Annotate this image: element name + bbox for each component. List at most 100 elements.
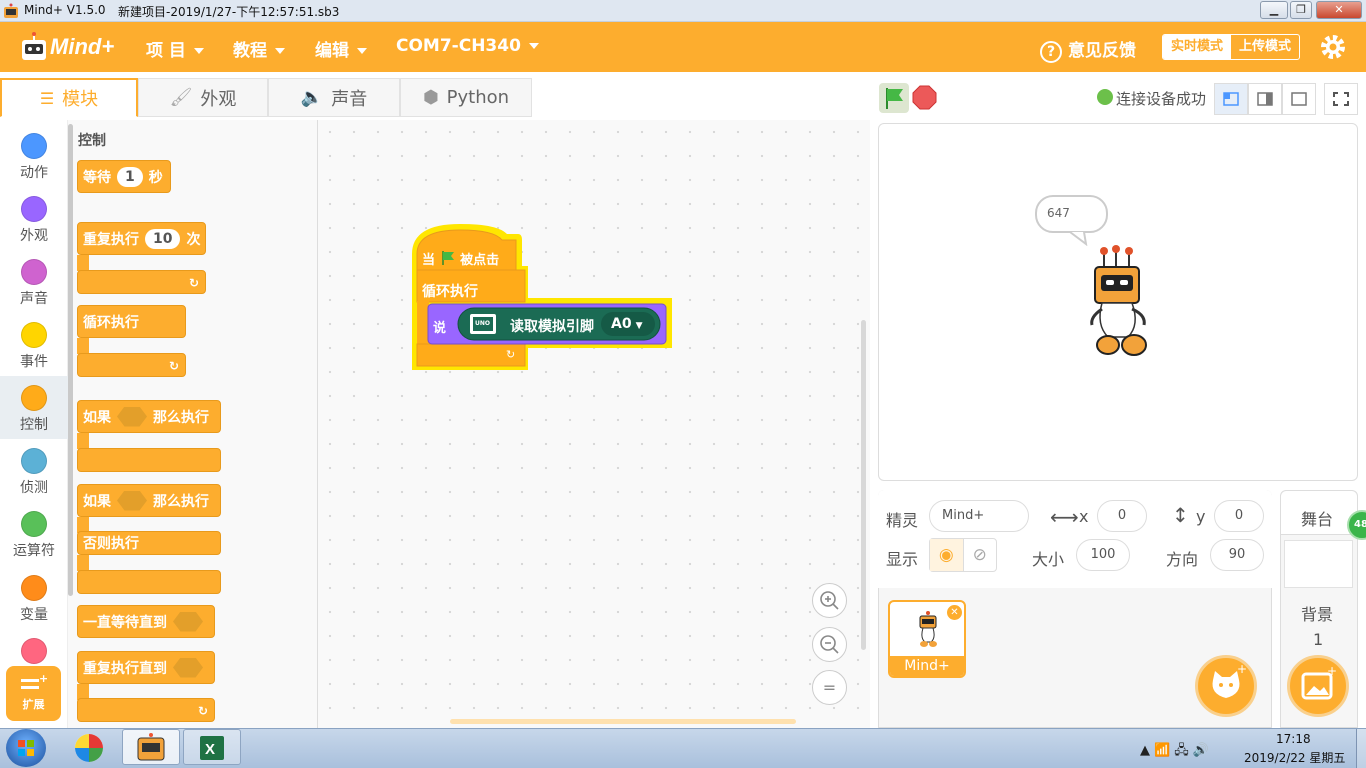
script-say-label[interactable]: 说 — [433, 317, 446, 336]
stage-thumbnail[interactable] — [1284, 540, 1353, 588]
realtime-mode-button[interactable]: 实时模式 — [1163, 35, 1231, 59]
maximize-button[interactable]: ❐ — [1290, 1, 1312, 19]
small-stage-button[interactable] — [1214, 83, 1248, 115]
block-wait-until[interactable]: 一直等待直到 — [77, 605, 215, 638]
sprite-thumbnail[interactable]: ✕ Mind+ — [888, 600, 966, 678]
block-repeat-until[interactable]: 重复执行直到 — [77, 651, 215, 684]
close-window-button[interactable]: ✕ — [1316, 1, 1362, 19]
y-label: y — [1196, 507, 1206, 526]
stop-icon — [912, 85, 937, 110]
taskbar-date[interactable]: 2019/2/22 星期五 — [1244, 749, 1345, 766]
start-button[interactable] — [6, 729, 46, 767]
category-motion[interactable]: 动作 — [0, 124, 68, 187]
category-events-label: 事件 — [20, 354, 48, 370]
zoom-reset-button[interactable]: = — [812, 670, 847, 705]
script-workspace[interactable] — [318, 120, 870, 728]
block-if-condition-slot[interactable] — [117, 406, 147, 427]
sprite-name-input[interactable]: Mind+ — [929, 500, 1029, 532]
workspace-horizontal-scrollbar[interactable] — [450, 719, 796, 724]
svg-text:X: X — [205, 741, 215, 758]
block-forever[interactable]: 循环执行 — [77, 305, 186, 338]
block-if-else[interactable]: 如果 那么执行 — [77, 484, 221, 517]
tab-sounds[interactable]: 🔈 声音 — [268, 78, 400, 117]
palette-heading: 控制 — [78, 133, 106, 149]
category-variables[interactable]: 变量 — [0, 566, 68, 629]
size-input[interactable]: 100 — [1076, 539, 1130, 571]
category-sensing[interactable]: 侦测 — [0, 439, 68, 502]
block-repeat-until-slot[interactable] — [173, 657, 203, 678]
palette-scrollbar[interactable] — [68, 124, 73, 596]
tray-volume-icon: 🔊 — [1192, 743, 1213, 758]
taskbar-time[interactable]: 17:18 — [1276, 732, 1311, 746]
add-backdrop-button[interactable]: + — [1287, 655, 1349, 717]
pin-dropdown[interactable]: A0 ▼ — [611, 316, 643, 332]
mode-switch[interactable]: 实时模式 上传模式 — [1162, 34, 1300, 60]
minimize-button[interactable]: ▁ — [1260, 1, 1288, 19]
cat-add-icon: + — [1212, 662, 1247, 698]
normal-stage-button[interactable] — [1248, 83, 1282, 115]
category-operators[interactable]: 运算符 — [0, 502, 68, 565]
tab-python[interactable]: ⬢ Python — [400, 78, 532, 117]
read-analog-pin-label: 读取模拟引脚 — [510, 319, 594, 335]
tab-blocks[interactable]: ☰ 模块 — [0, 78, 138, 117]
looks-color-dot — [21, 196, 47, 222]
mindplus-robot-sprite[interactable] — [1084, 245, 1156, 360]
settings-gear-icon[interactable] — [1319, 33, 1347, 61]
green-flag-icon — [886, 88, 903, 109]
block-repeat[interactable]: 重复执行 10 次 — [77, 222, 206, 255]
taskbar-excel-button[interactable]: X — [183, 729, 241, 765]
menu-project[interactable]: 项 目 — [146, 36, 204, 61]
add-sprite-button[interactable]: + — [1195, 655, 1257, 717]
large-stage-button[interactable] — [1282, 83, 1316, 115]
green-flag-button[interactable] — [879, 83, 909, 113]
fullscreen-button[interactable] — [1324, 83, 1358, 115]
show-desktop-button[interactable] — [1356, 729, 1366, 768]
menu-tutorial[interactable]: 教程 — [233, 36, 285, 61]
script-forever-label[interactable]: 循环执行 — [422, 281, 478, 301]
tab-python-label: Python — [446, 87, 510, 108]
category-looks[interactable]: 外观 — [0, 187, 68, 250]
block-wait-unit: 秒 — [148, 169, 163, 186]
zoom-out-button[interactable] — [812, 627, 847, 662]
x-input[interactable]: 0 — [1097, 500, 1147, 532]
block-repeat-input[interactable]: 10 — [145, 228, 181, 249]
block-if-then[interactable]: 如果 那么执行 — [77, 400, 221, 433]
zoom-in-button[interactable] — [812, 583, 847, 618]
script-hat-block[interactable]: 当 被点击 — [422, 249, 499, 268]
block-wait-input[interactable]: 1 — [117, 166, 143, 187]
loop-arrow-icon: ↻ — [168, 359, 179, 373]
block-if-label: 如果 — [83, 409, 111, 426]
stop-button[interactable] — [912, 85, 937, 110]
category-control[interactable]: 控制 — [0, 376, 68, 439]
tab-blocks-label: 模块 — [62, 89, 99, 110]
block-if-else-condition-slot[interactable] — [117, 490, 147, 511]
show-sprite-button[interactable]: ◉ — [930, 539, 964, 571]
category-events[interactable]: 事件 — [0, 313, 68, 376]
sprite-name-label: 精灵 — [886, 511, 919, 530]
direction-input[interactable]: 90 — [1210, 539, 1264, 571]
category-sound[interactable]: 声音 — [0, 250, 68, 313]
menu-project-label: 项 目 — [146, 41, 186, 61]
workspace-vertical-scrollbar[interactable] — [861, 320, 866, 650]
block-if-arm — [77, 433, 89, 449]
menu-edit[interactable]: 编辑 — [315, 36, 367, 61]
taskbar-mindplus-button[interactable] — [122, 729, 180, 765]
block-wait-until-slot[interactable] — [173, 611, 203, 632]
image-add-icon: + — [1301, 664, 1337, 700]
delete-sprite-button[interactable]: ✕ — [947, 605, 962, 620]
feedback-button[interactable]: ? 意见反馈 — [1040, 36, 1136, 63]
small-stage-icon — [1223, 92, 1239, 106]
speaker-icon: 🔈 — [300, 87, 324, 108]
block-wait[interactable]: 等待 1 秒 — [77, 160, 171, 193]
eye-slash-icon: ⊘ — [972, 545, 987, 565]
extension-button[interactable]: + 扩展 — [6, 666, 61, 721]
connection-status-text: 连接设备成功 — [1116, 90, 1207, 108]
taskbar-pinwheel-app[interactable] — [72, 731, 106, 765]
hide-sprite-button[interactable]: ⊘ — [964, 539, 997, 571]
y-input[interactable]: 0 — [1214, 500, 1264, 532]
upload-mode-button[interactable]: 上传模式 — [1231, 35, 1299, 59]
tab-costumes[interactable]: 🖌 外观 — [138, 78, 268, 117]
menu-port[interactable]: COM7-CH340 — [396, 36, 539, 56]
system-tray-icons[interactable]: ▲📶🖧🔊 — [1140, 741, 1213, 763]
brush-icon: 🖌 — [169, 87, 193, 108]
